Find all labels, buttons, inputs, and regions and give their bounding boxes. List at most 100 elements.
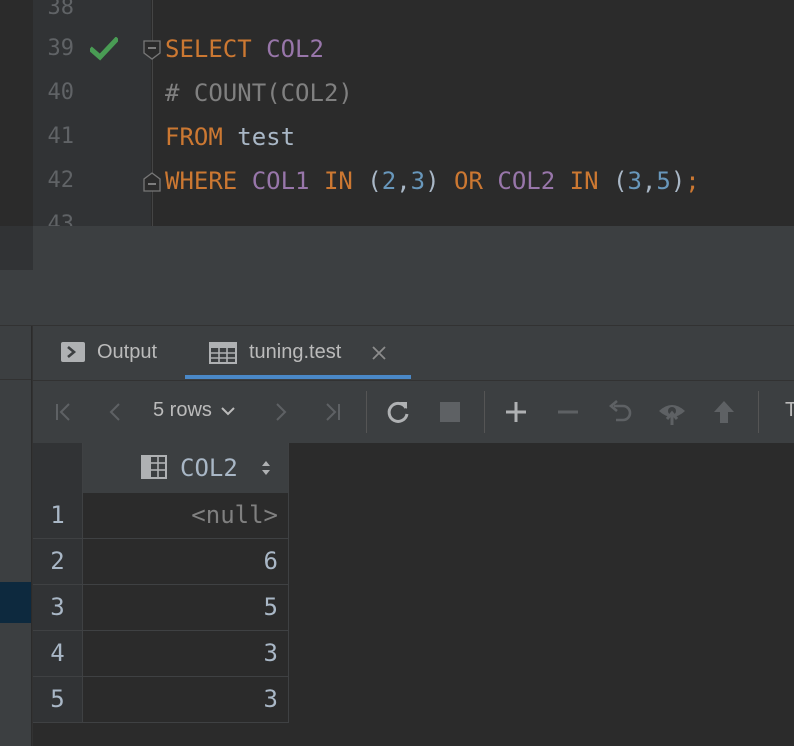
tab-tuning-test[interactable]: tuning.test	[185, 326, 411, 380]
table-cell[interactable]: 3	[83, 677, 288, 722]
code-token: (	[352, 167, 382, 195]
code-token: WHERE	[165, 167, 238, 195]
editor-line-42[interactable]: 42 WHERE COL1 IN (2,3) OR COL2 IN (3,5);	[0, 159, 794, 203]
row-number: 5	[50, 685, 65, 713]
row-number: 4	[50, 639, 65, 667]
tool-window-left-strip	[0, 326, 31, 746]
close-icon[interactable]	[371, 345, 387, 361]
column-name: COL2	[180, 454, 238, 482]
editor-line-43[interactable]: 43	[0, 203, 794, 226]
toolbar-overflow-text[interactable]: T	[785, 399, 794, 422]
toolbar-separator	[366, 391, 367, 433]
table-row[interactable]: 4 3	[33, 631, 288, 677]
row-count-label: 5 rows	[153, 399, 212, 421]
tab-output[interactable]: Output	[33, 326, 183, 380]
code-token: (	[598, 167, 628, 195]
editor-line-38[interactable]: 38	[0, 0, 794, 30]
table-icon	[209, 342, 237, 364]
table-row[interactable]: 3 5	[33, 585, 288, 631]
code-line: # COUNT(COL2)	[165, 71, 353, 115]
code-line: SELECT COL2	[165, 27, 324, 71]
sql-editor[interactable]: 38 39 SELECT COL2 40 # COUNT(COL2) 41 FR…	[0, 0, 794, 226]
code-token: IN	[569, 167, 599, 195]
column-header-col2[interactable]: COL2	[83, 443, 288, 493]
tab-tuning-test-label: tuning.test	[249, 341, 342, 363]
code-token: )	[425, 167, 455, 195]
chevron-down-icon	[221, 407, 236, 416]
line-number: 38	[47, 0, 75, 20]
table-cell[interactable]: 6	[83, 539, 288, 584]
results-tab-bar: Output tuning.test	[32, 326, 794, 380]
code-token: test	[222, 123, 296, 151]
line-number: 43	[47, 212, 75, 226]
code-token: 3	[410, 167, 426, 195]
grid-right-border	[288, 443, 289, 723]
table-cell[interactable]: <null>	[83, 493, 288, 538]
code-token: 3	[627, 167, 642, 195]
editor-status-band	[33, 227, 794, 270]
row-number: 2	[50, 547, 65, 575]
code-token: 5	[656, 167, 671, 195]
fold-end-icon[interactable]	[143, 172, 161, 192]
line-number: 40	[47, 80, 75, 105]
code-token: COL1	[251, 167, 310, 195]
code-token: IN	[323, 167, 353, 195]
last-page-icon[interactable]	[317, 397, 347, 427]
code-token: FROM	[165, 123, 223, 151]
stop-icon[interactable]	[435, 397, 465, 427]
revert-icon[interactable]	[605, 397, 635, 427]
selected-row-indicator	[0, 582, 31, 623]
table-row[interactable]: 1 <null>	[33, 493, 288, 539]
sort-icon[interactable]	[261, 458, 271, 478]
delete-row-icon[interactable]	[553, 397, 583, 427]
code-token: ;	[685, 167, 700, 195]
execution-success-check-icon	[90, 37, 118, 61]
code-token: OR	[454, 167, 483, 195]
editor-line-41[interactable]: 41 FROM test	[0, 115, 794, 159]
code-token: COL2	[266, 35, 324, 63]
code-token: ,	[641, 167, 657, 195]
tab-output-label: Output	[97, 341, 158, 363]
table-row[interactable]: 5 3	[33, 677, 288, 723]
toolbar-separator	[484, 391, 485, 433]
code-line: FROM test	[165, 115, 295, 159]
add-row-icon[interactable]	[501, 397, 531, 427]
table-cell[interactable]: 5	[83, 585, 288, 630]
table-row[interactable]: 2 6	[33, 539, 288, 585]
line-number: 39	[47, 36, 75, 61]
code-token: COL2	[497, 167, 556, 195]
code-line: WHERE COL1 IN (2,3) OR COL2 IN (3,5);	[165, 159, 700, 203]
code-token: SELECT	[165, 35, 252, 63]
grid-divider	[82, 443, 83, 723]
code-token: )	[670, 167, 686, 195]
editor-line-39[interactable]: 39 SELECT COL2	[0, 27, 794, 71]
table-cell[interactable]: 3	[83, 631, 288, 676]
toolbar-separator	[758, 391, 759, 433]
column-icon	[141, 455, 167, 479]
code-token: 2	[381, 167, 397, 195]
row-number: 1	[50, 501, 65, 529]
line-number: 42	[47, 168, 75, 193]
view-query-icon[interactable]	[657, 397, 687, 427]
row-number: 3	[50, 593, 65, 621]
panel-splitter[interactable]	[0, 270, 794, 326]
code-token: # COUNT(COL2)	[165, 79, 353, 107]
line-number: 41	[47, 124, 75, 149]
console-icon	[61, 342, 85, 362]
results-toolbar: 5 rows T	[32, 380, 794, 443]
fold-start-icon[interactable]	[143, 40, 161, 60]
row-count-dropdown[interactable]: 5 rows	[153, 399, 236, 422]
previous-page-icon[interactable]	[101, 397, 131, 427]
editor-line-40[interactable]: 40 # COUNT(COL2)	[0, 71, 794, 115]
next-page-icon[interactable]	[265, 397, 295, 427]
results-grid[interactable]: COL2 1 <null> 2 6 3 5 4 3 5 3	[32, 443, 794, 746]
code-token: ,	[396, 167, 411, 195]
submit-icon[interactable]	[709, 397, 739, 427]
reload-icon[interactable]	[383, 397, 413, 427]
first-page-icon[interactable]	[49, 397, 79, 427]
